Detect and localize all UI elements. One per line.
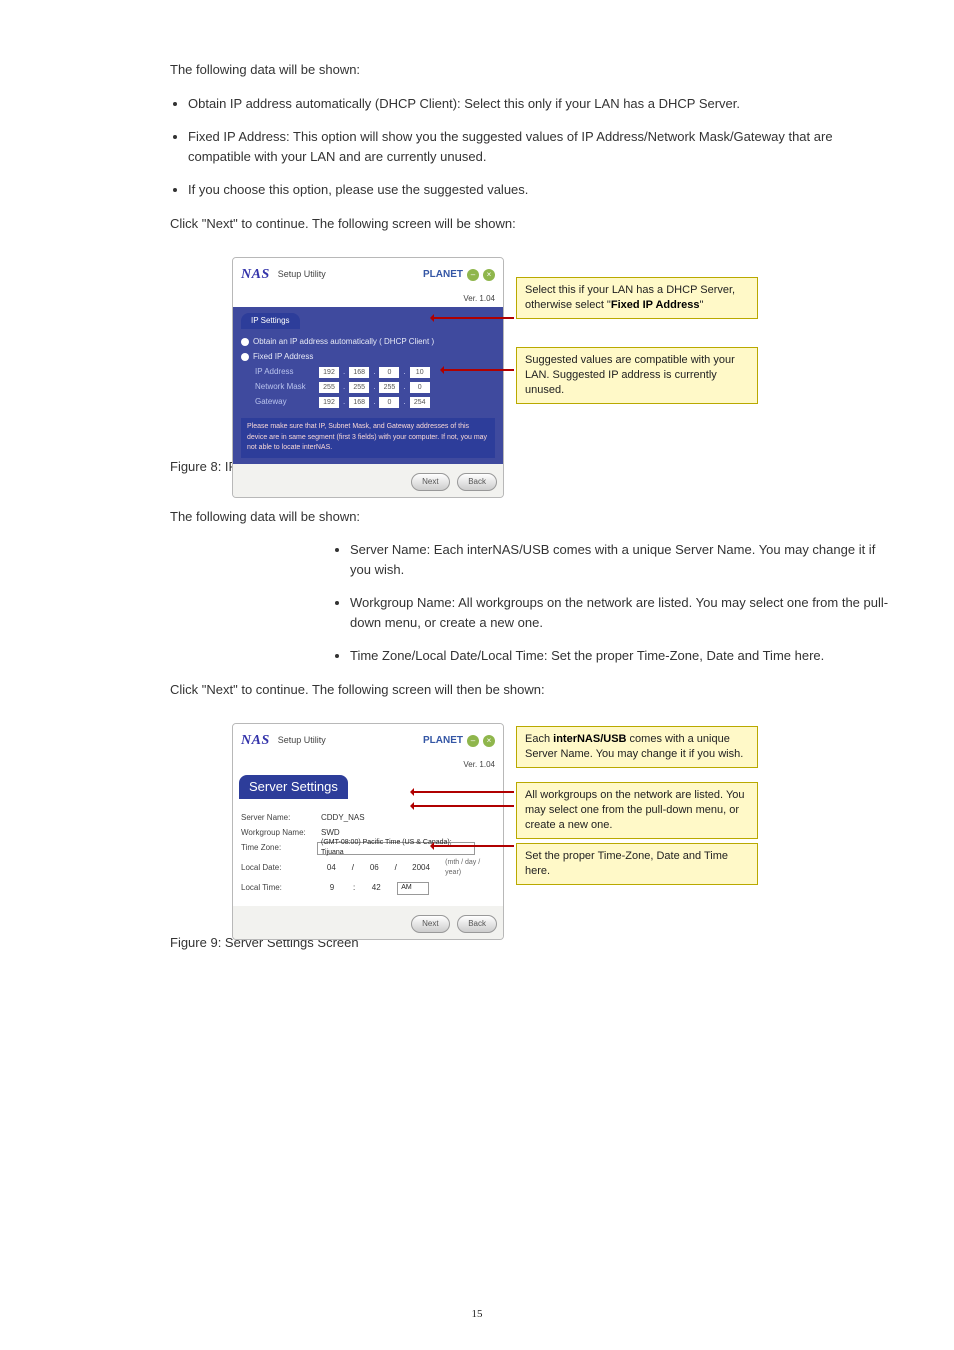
mask-octet[interactable]: 255 [319,382,339,393]
date-year-input[interactable]: 2004 [403,862,439,874]
list-item: Fixed IP Address: This option will show … [188,127,894,166]
back-button[interactable]: Back [457,915,497,933]
gw-octet[interactable]: 192 [319,397,339,408]
figure-ip-settings: NAS Setup Utility PLANET – × Ver. 1.04 I… [232,257,894,447]
gateway-label: Gateway [255,396,315,408]
arrow-icon [432,845,514,847]
callout-dhcp: Select this if your LAN has a DHCP Serve… [516,277,758,319]
gw-octet[interactable]: 254 [410,397,430,408]
next-button[interactable]: Next [411,915,449,933]
screenshot-server-settings: NAS Setup Utility PLANET – × Ver. 1.04 S… [232,723,504,940]
gw-octet[interactable]: 168 [349,397,369,408]
minimize-icon[interactable]: – [467,735,479,747]
screenshot-ip-settings: NAS Setup Utility PLANET – × Ver. 1.04 I… [232,257,504,498]
warning-note: Please make sure that IP, Subnet Mask, a… [241,418,495,458]
version-label: Ver. 1.04 [233,757,503,773]
tab-server-settings[interactable]: Server Settings [239,775,348,799]
post-paragraph-2: The following data will be shown: [170,507,894,527]
post-paragraph-3: Click "Next" to continue. The following … [170,680,894,700]
ampm-select[interactable]: AM [397,882,429,895]
tab-ip-settings[interactable]: IP Settings [241,313,300,329]
time-hour-input[interactable]: 9 [317,882,347,894]
figure-server-settings: NAS Setup Utility PLANET – × Ver. 1.04 S… [232,723,894,923]
arrow-icon [412,791,514,793]
list-item: If you choose this option, please use th… [188,180,894,200]
minimize-icon[interactable]: – [467,269,479,281]
timezone-label: Time Zone: [241,842,311,854]
setup-utility-label: Setup Utility [278,268,326,282]
callout-servername: Each interNAS/USB comes with a unique Se… [516,726,758,768]
date-day-input[interactable]: 06 [360,862,389,874]
mask-octet[interactable]: 255 [349,382,369,393]
list-item: Workgroup Name: All workgroups on the ne… [350,593,894,632]
callout-workgroup: All workgroups on the network are listed… [516,782,758,839]
intro-paragraph: The following data will be shown: [170,60,894,80]
list-item: Obtain IP address automatically (DHCP Cl… [188,94,894,114]
radio-fixed-ip-label: Fixed IP Address [253,351,313,363]
page-number: 15 [0,1306,954,1323]
server-name-input[interactable]: CDDY_NAS [317,812,435,824]
nas-logo: NAS [241,730,270,751]
mid-bullet-list: Server Name: Each interNAS/USB comes wit… [170,540,894,666]
nas-logo: NAS [241,264,270,285]
arrow-icon [412,805,514,807]
date-month-input[interactable]: 04 [317,862,346,874]
list-item: Server Name: Each interNAS/USB comes wit… [350,540,894,579]
mask-octet[interactable]: 255 [379,382,399,393]
list-item: Time Zone/Local Date/Local Time: Set the… [350,646,894,666]
next-button[interactable]: Next [411,473,449,491]
time-minute-input[interactable]: 42 [361,882,391,894]
time-label: Local Time: [241,882,311,894]
close-icon[interactable]: × [483,735,495,747]
brand-text: PLANET [423,267,463,282]
arrow-icon [432,317,514,319]
radio-fixed-ip[interactable] [241,353,249,361]
post-paragraph-1: Click "Next" to continue. The following … [170,214,894,234]
radio-dhcp[interactable] [241,338,249,346]
brand-text: PLANET [423,733,463,748]
callout-timezone: Set the proper Time-Zone, Date and Time … [516,843,758,885]
ip-address-label: IP Address [255,366,315,378]
netmask-label: Network Mask [255,381,315,393]
mask-octet[interactable]: 0 [410,382,430,393]
ip-octet[interactable]: 10 [410,367,430,378]
gw-octet[interactable]: 0 [379,397,399,408]
close-icon[interactable]: × [483,269,495,281]
ip-octet[interactable]: 168 [349,367,369,378]
timezone-select[interactable]: (GMT-08:00) Pacific Time (US & Canada); … [317,842,475,855]
date-hint: (mth / day / year) [445,858,495,879]
arrow-icon [442,369,514,371]
setup-utility-label: Setup Utility [278,734,326,748]
intro-bullet-list: Obtain IP address automatically (DHCP Cl… [170,94,894,200]
date-label: Local Date: [241,862,311,874]
ip-octet[interactable]: 192 [319,367,339,378]
radio-dhcp-label: Obtain an IP address automatically ( DHC… [253,336,434,348]
ip-octet[interactable]: 0 [379,367,399,378]
back-button[interactable]: Back [457,473,497,491]
workgroup-label: Workgroup Name: [241,827,311,839]
version-label: Ver. 1.04 [233,291,503,307]
server-name-label: Server Name: [241,812,311,824]
callout-suggested: Suggested values are compatible with you… [516,347,758,404]
